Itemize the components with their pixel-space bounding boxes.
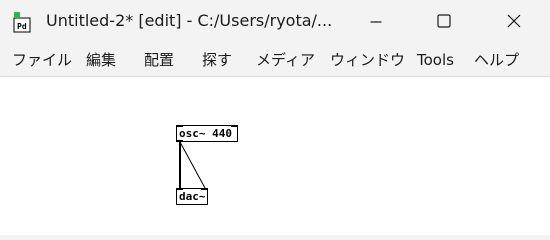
- dac-object-label: dac~: [179, 190, 206, 203]
- minimize-button[interactable]: [352, 0, 400, 44]
- pd-window: Pd Untitled-2* [edit] - C:/Users/ryota/.…: [0, 0, 550, 235]
- osc-outlet[interactable]: [176, 140, 183, 142]
- close-icon: [507, 13, 521, 32]
- menu-edit[interactable]: 編集: [86, 49, 116, 71]
- menu-tools[interactable]: Tools: [417, 49, 454, 71]
- cable-osc-to-dac-right: [179, 141, 206, 189]
- menu-media[interactable]: メディア: [256, 49, 315, 71]
- osc-object-label: osc~ 440: [179, 127, 232, 140]
- title-bar[interactable]: Pd Untitled-2* [edit] - C:/Users/ryota/.…: [0, 0, 550, 44]
- patch-canvas[interactable]: osc~ 440 dac~: [0, 77, 550, 235]
- window-title: Untitled-2* [edit] - C:/Users/ryota/...: [46, 11, 333, 30]
- close-button[interactable]: [490, 0, 538, 44]
- maximize-button[interactable]: [420, 0, 468, 44]
- menu-find[interactable]: 探す: [202, 49, 232, 71]
- osc-object[interactable]: osc~ 440: [176, 125, 238, 142]
- menu-file[interactable]: ファイル: [12, 49, 72, 71]
- pd-icon: Pd: [12, 11, 32, 33]
- menu-bar: ファイル 編集 配置 探す メディア ウィンドウ Tools ヘルプ: [0, 44, 550, 77]
- minimize-icon: [370, 13, 382, 32]
- menu-put[interactable]: 配置: [144, 49, 174, 71]
- menu-window[interactable]: ウィンドウ: [330, 49, 405, 71]
- patch-cables: [179, 141, 206, 189]
- osc-inlet-right[interactable]: [231, 125, 238, 127]
- dac-object[interactable]: dac~: [176, 188, 208, 205]
- svg-text:Pd: Pd: [17, 22, 27, 31]
- maximize-icon: [437, 13, 451, 32]
- menu-help[interactable]: ヘルプ: [474, 49, 519, 71]
